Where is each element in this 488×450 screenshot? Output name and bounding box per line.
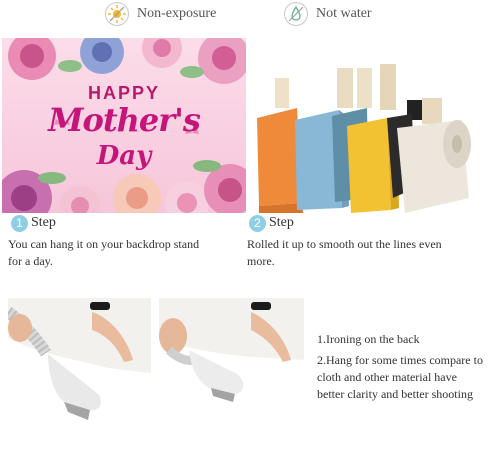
banner-mothers-text: Mother's [48, 101, 201, 139]
fabric-rolls-image [247, 38, 488, 213]
step-2-text: Rolled it up to smooth out the lines eve… [247, 237, 442, 268]
non-exposure-label: Non-exposure [137, 6, 217, 21]
steamer-photo-left [8, 298, 151, 446]
step-2-badge: 2 [249, 215, 266, 232]
water-drop-icon [284, 2, 308, 26]
not-water-label: Not water [316, 6, 372, 21]
step-1-title: Step [31, 215, 56, 230]
step-1-badge: 1 [11, 215, 28, 232]
step-1-text: You can hang it on your backdrop stand f… [8, 237, 200, 268]
instruction-item-2: 2.Hang for some times compare to cloth a… [317, 353, 483, 401]
banner-day-text: Day [96, 141, 152, 171]
mothers-day-backdrop-image: HAPPY Mother's Day [2, 38, 246, 213]
sun-icon [105, 2, 129, 26]
instruction-item-1: 1.Ironing on the back [317, 332, 420, 346]
step-2-title: Step [269, 215, 294, 230]
steamer-photo-right [159, 298, 304, 446]
